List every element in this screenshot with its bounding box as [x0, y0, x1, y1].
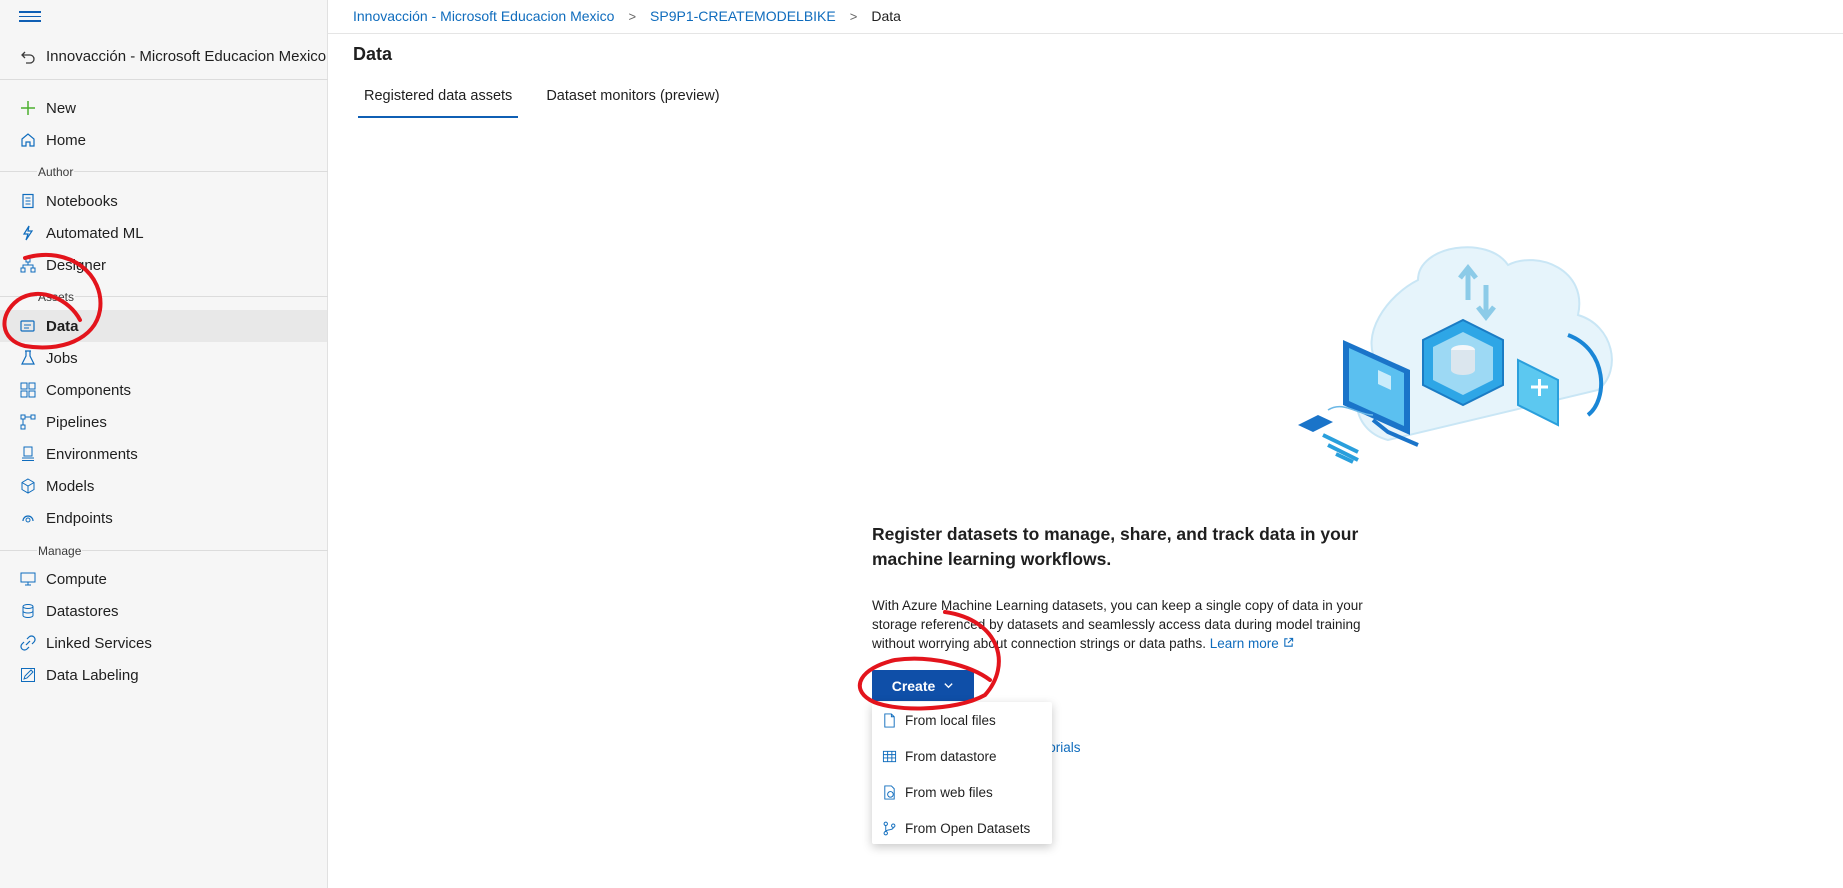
sidebar-item-notebooks[interactable]: Notebooks [0, 185, 327, 217]
external-link-icon [1283, 637, 1293, 647]
empty-state-description: With Azure Machine Learning datasets, yo… [872, 596, 1392, 653]
sidebar-item-data-labeling[interactable]: Data Labeling [0, 659, 327, 691]
sidebar-item-models[interactable]: Models [0, 470, 327, 502]
branch-icon [883, 821, 896, 835]
sidebar-item-label: Compute [46, 570, 107, 588]
tab-registered-data-assets[interactable]: Registered data assets [357, 88, 519, 118]
sidebar-item-label: Notebooks [46, 192, 118, 210]
notebook-icon [22, 193, 34, 209]
sidebar-item-label: Environments [46, 445, 138, 463]
learn-more-link[interactable]: Learn more [1210, 636, 1294, 651]
page-title: Data [353, 44, 393, 64]
sidebar-item-label: Linked Services [46, 634, 152, 652]
cube-icon [21, 478, 35, 494]
web-file-icon [884, 784, 895, 800]
home-icon [21, 133, 35, 147]
main-content: Innovacción - Microsoft Educacion Mexico… [328, 0, 1843, 888]
breadcrumb-current: Data [871, 8, 901, 24]
database-icon [22, 604, 34, 618]
menu-item-from-open-datasets[interactable]: From Open Datasets [872, 810, 1052, 846]
create-button-label: Create [891, 677, 936, 694]
learn-more-label: Learn more [1209, 636, 1279, 651]
sidebar-item-data[interactable]: Data [0, 310, 327, 342]
breadcrumb-project-link[interactable]: SP9P1-CREATEMODELBIKE [650, 8, 836, 24]
data-cloud-illustration [1298, 246, 1613, 464]
divider [328, 33, 1843, 34]
sidebar-item-components[interactable]: Components [0, 374, 327, 406]
sidebar-item-pipelines[interactable]: Pipelines [0, 406, 327, 438]
menu-item-label: From datastore [905, 748, 997, 764]
sidebar-item-label: Data Labeling [46, 666, 139, 684]
workspace-name: Innovacción - Microsoft Educacion Mexico [46, 48, 327, 65]
workspace-back-link[interactable]: Innovacción - Microsoft Educacion Mexico [0, 34, 328, 80]
data-icon [20, 320, 35, 332]
automl-icon [22, 225, 34, 241]
monitor-icon [20, 572, 36, 586]
create-dropdown-menu: From local files From datastore From web… [872, 702, 1052, 844]
sidebar-item-automated-ml[interactable]: Automated ML [0, 217, 327, 249]
sidebar-item-label: New [46, 99, 77, 117]
sidebar-item-compute[interactable]: Compute [0, 563, 327, 595]
sidebar-item-label: Data [46, 317, 79, 335]
components-icon [20, 382, 36, 398]
sidebar-item-label: Models [46, 477, 95, 495]
pipelines-icon [20, 414, 36, 430]
sidebar-item-label: Components [46, 381, 132, 399]
chevron-down-icon [944, 683, 953, 689]
sidebar-item-datastores[interactable]: Datastores [0, 595, 327, 627]
chevron-right-icon: > [628, 8, 637, 24]
tab-dataset-monitors[interactable]: Dataset monitors (preview) [544, 88, 721, 118]
sidebar-item-label: Datastores [46, 602, 119, 620]
environment-icon [22, 446, 34, 461]
labeling-icon [21, 668, 35, 682]
sidebar-item-home[interactable]: Home [0, 124, 327, 156]
chevron-right-icon: > [849, 8, 858, 24]
sidebar-item-linked-services[interactable]: Linked Services [0, 627, 327, 659]
menu-item-from-web-files[interactable]: From web files [872, 774, 1052, 810]
designer-icon [20, 257, 36, 273]
file-icon [884, 712, 895, 728]
breadcrumb-workspace-link[interactable]: Innovacción - Microsoft Educacion Mexico [353, 8, 614, 24]
sidebar-item-label: Endpoints [46, 509, 113, 527]
menu-item-from-local-files[interactable]: From local files [872, 702, 1052, 738]
sidebar-item-designer[interactable]: Designer [0, 249, 327, 281]
section-label-assets: Assets [37, 290, 76, 304]
sidebar-item-label: Automated ML [46, 224, 144, 242]
menu-item-label: From local files [905, 712, 996, 728]
sidebar-item-label: Home [46, 131, 87, 149]
menu-item-label: From Open Datasets [905, 820, 1031, 836]
sidebar-item-label: Designer [46, 256, 107, 274]
sidebar-item-new[interactable]: New [0, 92, 327, 124]
empty-state-headline: Register datasets to manage, share, and … [872, 524, 1359, 569]
menu-item-label: From web files [905, 784, 993, 800]
sidebar: Innovacción - Microsoft Educacion Mexico… [0, 0, 328, 888]
section-label-manage: Manage [37, 544, 83, 558]
link-icon [20, 635, 36, 651]
sidebar-item-label: Pipelines [46, 413, 107, 431]
section-label-author: Author [37, 165, 75, 179]
sidebar-item-endpoints[interactable]: Endpoints [0, 502, 327, 534]
plus-icon [21, 101, 35, 115]
sidebar-item-label: Jobs [46, 349, 78, 367]
menu-item-from-datastore[interactable]: From datastore [872, 738, 1052, 774]
breadcrumb: Innovacción - Microsoft Educacion Mexico… [353, 8, 901, 24]
table-icon [882, 750, 897, 762]
back-arrow-icon [21, 51, 35, 64]
flask-icon [21, 350, 35, 365]
sidebar-item-jobs[interactable]: Jobs [0, 342, 327, 374]
create-button[interactable]: Create [872, 670, 974, 701]
tab-list: Registered data assets Dataset monitors … [357, 88, 752, 118]
hamburger-menu-icon[interactable] [19, 8, 41, 26]
endpoint-icon [22, 515, 34, 523]
sidebar-item-environments[interactable]: Environments [0, 438, 327, 470]
